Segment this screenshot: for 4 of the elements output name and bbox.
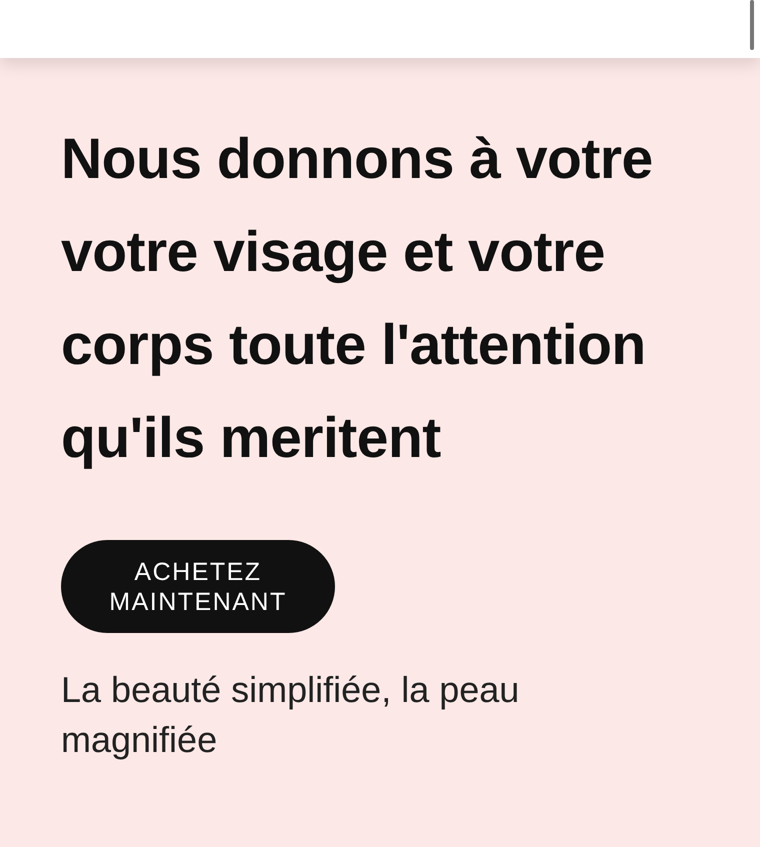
hero-heading: Nous donnons à votre votre visage et votre corps toute l'attention qu'ils meritent (61, 126, 654, 472)
shop-now-button[interactable]: ACHETEZ MAINTENANT (61, 540, 335, 633)
scrollbar-icon (750, 0, 754, 50)
tagline-text: La beauté simplifiée, la peau magnifiée (61, 668, 520, 762)
